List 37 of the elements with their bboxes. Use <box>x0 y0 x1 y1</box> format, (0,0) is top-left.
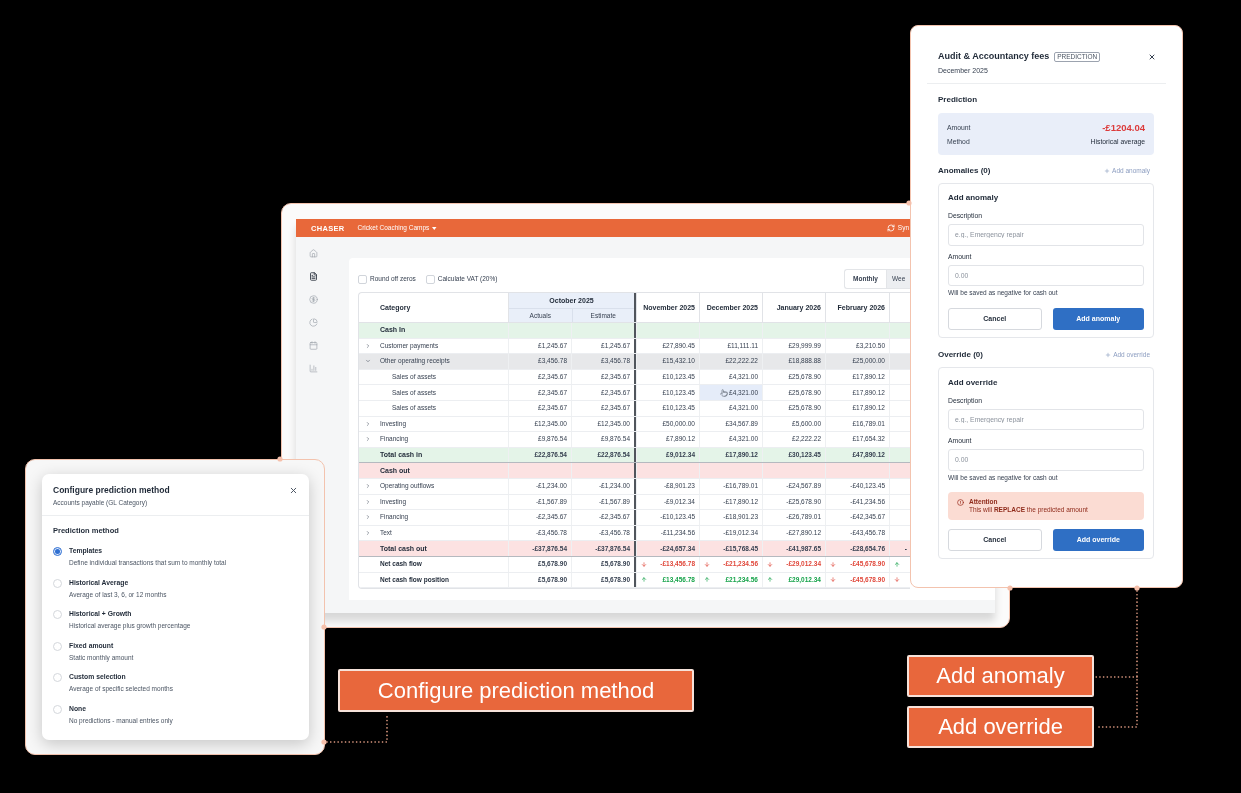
alert-icon <box>957 498 964 506</box>
bar-chart-icon[interactable] <box>308 364 318 373</box>
sync-icon[interactable] <box>886 224 895 232</box>
panel-title: Audit & Accountancy fees <box>938 51 1050 62</box>
section-heading: Prediction <box>938 93 979 105</box>
dollar-coin-icon[interactable] <box>308 295 318 304</box>
pie-chart-icon[interactable] <box>308 318 318 327</box>
chevron-right-icon[interactable] <box>365 420 371 427</box>
calendar-icon[interactable] <box>308 341 318 350</box>
plus-icon <box>1104 167 1111 174</box>
callout-label: Add anomaly <box>907 655 1094 697</box>
chevron-right-icon[interactable] <box>365 514 371 521</box>
form-title: Add override <box>948 377 999 388</box>
checkbox[interactable] <box>358 274 367 284</box>
section-heading: Override (0) <box>938 350 983 360</box>
chevron-right-icon[interactable] <box>365 342 371 349</box>
caret-down-icon <box>432 226 437 230</box>
close-icon[interactable] <box>289 485 298 495</box>
chevron-right-icon[interactable] <box>365 498 371 505</box>
document-icon[interactable] <box>308 272 318 281</box>
checkbox[interactable] <box>425 274 435 284</box>
chevron-right-icon[interactable] <box>365 530 371 536</box>
chevron-right-icon[interactable] <box>365 483 371 490</box>
summary-value: -£1204.04 <box>1102 121 1145 134</box>
callout-label: Configure prediction method <box>338 669 694 712</box>
form-title: Add anomaly <box>948 193 1000 203</box>
home-icon[interactable] <box>308 249 318 258</box>
callout-label: Add override <box>907 706 1094 748</box>
radio-button[interactable] <box>53 547 62 556</box>
plus-icon <box>1105 352 1112 358</box>
close-icon[interactable] <box>1148 52 1156 61</box>
dialog-title: Configure prediction method <box>53 485 170 495</box>
chevron-down-icon[interactable] <box>365 358 371 365</box>
chevron-right-icon[interactable] <box>365 436 371 443</box>
section-heading: Anomalies (0) <box>938 165 991 176</box>
hand-cursor-icon <box>720 388 728 397</box>
dotted-connector <box>326 713 388 743</box>
